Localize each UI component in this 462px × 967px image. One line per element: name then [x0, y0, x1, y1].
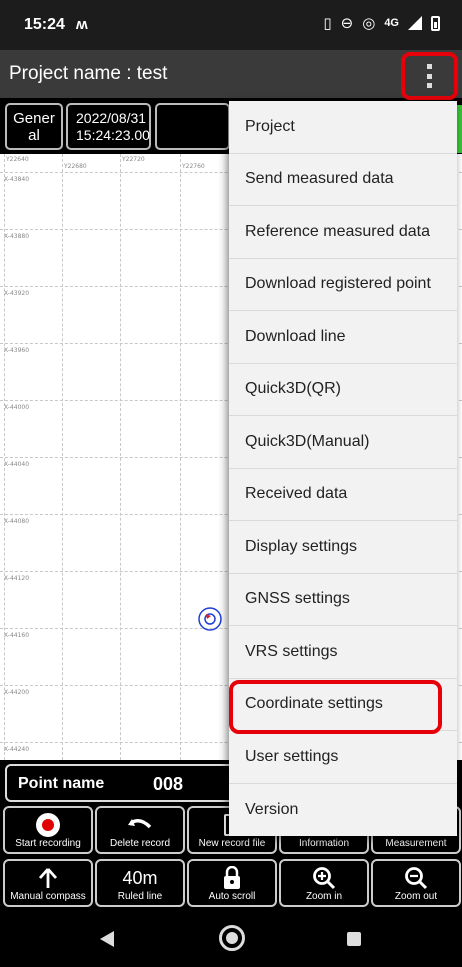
current-position-marker — [198, 607, 222, 631]
start-recording-button[interactable]: Start recording — [3, 806, 93, 854]
time-value: 15:24:23.00 — [76, 127, 150, 143]
menu-item-received-data[interactable]: Received data — [229, 469, 457, 521]
map-y-label: Y22760 — [182, 163, 205, 170]
point-name-value: 008 — [153, 774, 184, 794]
gps-status-indicator — [457, 105, 462, 153]
location-box: L — [155, 103, 237, 150]
status-icons: ▯ ⊖ ◎ 4G — [323, 14, 440, 32]
project-title: Project name : test — [9, 63, 168, 84]
measurement-label: Measurement — [385, 838, 447, 849]
menu-item-quick3d-manual[interactable]: Quick3D(Manual) — [229, 416, 457, 469]
arrow-up-icon — [38, 868, 58, 888]
grid-line-vertical — [120, 154, 121, 760]
network-type: 4G — [384, 17, 399, 29]
ruled-line-button[interactable]: 40m Ruled line — [95, 859, 185, 907]
zoom-in-label: Zoom in — [305, 891, 343, 902]
mode-general-button[interactable]: General — [5, 103, 63, 150]
battery-icon — [431, 15, 440, 31]
zoom-out-icon — [405, 867, 428, 890]
menu-item-project[interactable]: Project — [229, 101, 457, 154]
zoom-in-icon — [313, 867, 336, 890]
back-icon[interactable] — [100, 931, 114, 947]
information-label: Information — [298, 838, 350, 849]
menu-item-download-registered-point[interactable]: Download registered point — [229, 259, 457, 311]
mode-general-label: General — [13, 110, 55, 144]
notification-icon: ʍ — [76, 16, 88, 33]
menu-item-vrs-settings[interactable]: VRS settings — [229, 626, 457, 679]
menu-item-gnss-settings[interactable]: GNSS settings — [229, 574, 457, 626]
map-x-label: X-44160 — [4, 632, 30, 639]
vibrate-icon: ▯ — [323, 15, 332, 32]
home-icon[interactable] — [219, 925, 245, 951]
point-name-label: Point name — [18, 775, 105, 792]
record-icon — [36, 813, 60, 837]
menu-item-send-measured-data[interactable]: Send measured data — [229, 154, 457, 206]
map-x-label: X-43840 — [4, 176, 30, 183]
app-bar: Project name : test — [0, 50, 462, 98]
menu-item-reference-measured-data[interactable]: Reference measured data — [229, 206, 457, 259]
map-x-label: X-44040 — [4, 461, 30, 468]
coordinate-settings-highlight — [229, 680, 442, 734]
map-x-label: X-44200 — [4, 689, 30, 696]
map-x-label: X-44240 — [4, 746, 30, 753]
zoom-out-label: Zoom out — [394, 891, 438, 902]
recents-icon[interactable] — [347, 932, 361, 946]
map-x-label: X-43920 — [4, 290, 30, 297]
toolbar-row-2: Manual compass 40m Ruled line Auto scrol… — [0, 857, 462, 909]
menu-item-user-settings[interactable]: User settings — [229, 731, 457, 784]
menu-item-version[interactable]: Version — [229, 784, 457, 837]
map-x-label: X-44080 — [4, 518, 30, 525]
menu-button-highlight — [401, 52, 458, 100]
menu-item-download-line[interactable]: Download line — [229, 311, 457, 364]
map-y-label: Y22640 — [6, 156, 29, 163]
zoom-in-button[interactable]: Zoom in — [279, 859, 369, 907]
auto-scroll-label: Auto scroll — [208, 891, 256, 902]
grid-line-vertical — [180, 154, 181, 760]
manual-compass-button[interactable]: Manual compass — [3, 859, 93, 907]
start-recording-label: Start recording — [15, 838, 81, 849]
zoom-out-button[interactable]: Zoom out — [371, 859, 461, 907]
status-time: 15:24 — [24, 16, 65, 33]
system-nav-bar — [0, 911, 462, 967]
map-x-label: X-43960 — [4, 347, 30, 354]
status-bar: 15:24 ʍ ▯ ⊖ ◎ 4G — [0, 0, 462, 50]
grid-line-vertical — [62, 154, 63, 760]
signal-icon — [408, 16, 422, 30]
new-record-file-label: New record file — [198, 838, 266, 849]
map-x-label: X-43880 — [4, 233, 30, 240]
menu-item-quick3d-qr[interactable]: Quick3D(QR) — [229, 364, 457, 416]
map-x-label: X-44000 — [4, 404, 30, 411]
hotspot-icon: ◎ — [362, 15, 376, 32]
lock-icon — [224, 866, 240, 889]
datetime-box: 2022/08/31 15:24:23.00 — [66, 103, 151, 150]
manual-compass-label: Manual compass — [10, 891, 86, 902]
date-value: 2022/08/31 — [76, 110, 147, 126]
auto-scroll-button[interactable]: Auto scroll — [187, 859, 277, 907]
map-x-label: X-44120 — [4, 575, 30, 582]
ruled-line-label: Ruled line — [117, 891, 163, 902]
delete-record-label: Delete record — [109, 838, 171, 849]
do-not-disturb-icon: ⊖ — [340, 15, 354, 32]
map-y-label: Y22720 — [122, 156, 145, 163]
grid-line-vertical — [4, 154, 5, 760]
delete-record-button[interactable]: Delete record — [95, 806, 185, 854]
map-y-label: Y22680 — [64, 163, 87, 170]
menu-item-display-settings[interactable]: Display settings — [229, 521, 457, 574]
undo-icon — [128, 819, 152, 829]
ruled-line-value: 40m — [122, 867, 158, 888]
